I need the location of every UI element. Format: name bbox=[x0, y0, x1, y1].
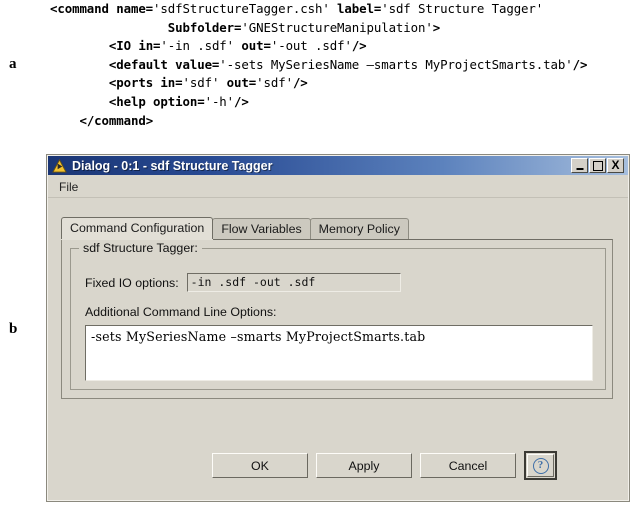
panel-label-a: a bbox=[9, 56, 17, 72]
menu-item-file[interactable]: File bbox=[54, 179, 83, 195]
additional-options-label: Additional Command Line Options: bbox=[85, 305, 277, 319]
code-token: 'sdf Structure Tagger' bbox=[381, 1, 544, 16]
dialog-button-bar: OK Apply Cancel ? bbox=[47, 449, 629, 489]
dialog-titlebar[interactable]: Dialog - 0:1 - sdf Structure Tagger X bbox=[48, 156, 628, 175]
code-token: <default value= bbox=[108, 56, 220, 72]
additional-options-textarea[interactable]: -sets MySeriesName –smarts MyProjectSmar… bbox=[85, 325, 593, 381]
xml-code-listing: <command name='sdfStructureTagger.csh' l… bbox=[50, 0, 587, 130]
question-mark-icon: ? bbox=[532, 457, 549, 474]
code-token: out= bbox=[226, 75, 257, 91]
maximize-button[interactable] bbox=[589, 158, 606, 173]
code-line: <IO in='-in .sdf' out='-out .sdf'/> bbox=[50, 37, 587, 56]
code-token: '-h' bbox=[204, 93, 235, 109]
code-token: label= bbox=[337, 1, 382, 16]
warning-triangle-icon bbox=[52, 158, 67, 173]
code-line: <command name='sdfStructureTagger.csh' l… bbox=[50, 0, 587, 19]
code-token: <command name= bbox=[50, 1, 154, 16]
groupbox-sdf-structure-tagger: sdf Structure Tagger: Fixed IO options: … bbox=[70, 241, 606, 390]
dialog-menubar: File bbox=[48, 176, 628, 198]
tab-command-configuration[interactable]: Command Configuration bbox=[61, 217, 214, 239]
tab-flow-variables[interactable]: Flow Variables bbox=[212, 218, 311, 239]
help-button-inner: ? bbox=[527, 454, 554, 477]
code-token: /> bbox=[351, 38, 367, 54]
fixed-io-row: Fixed IO options: -in .sdf -out .sdf bbox=[85, 273, 401, 292]
code-token: Subfolder= bbox=[167, 19, 242, 35]
code-token: 'GNEStructureManipulation' bbox=[241, 19, 433, 35]
code-token: </command> bbox=[79, 112, 154, 128]
code-token: '-sets MySeriesName –smarts MyProjectSma… bbox=[219, 56, 573, 72]
minimize-button[interactable] bbox=[571, 158, 588, 173]
code-token: <help option= bbox=[108, 93, 205, 109]
code-line: Subfolder='GNEStructureManipulation'> bbox=[50, 19, 587, 38]
code-token: '-out .sdf' bbox=[270, 38, 352, 54]
code-token: /> bbox=[292, 75, 308, 91]
xml-code-panel: a <command name='sdfStructureTagger.csh'… bbox=[0, 0, 638, 140]
tabstrip: Command Configuration Flow Variables Mem… bbox=[61, 217, 619, 239]
close-icon: X bbox=[611, 158, 620, 172]
dialog-title: Dialog - 0:1 - sdf Structure Tagger bbox=[72, 158, 273, 173]
code-token: '-in .sdf' bbox=[160, 38, 242, 54]
code-token: 'sdfStructureTagger.csh' bbox=[153, 1, 338, 16]
help-button[interactable]: ? bbox=[524, 451, 557, 480]
code-line: </command> bbox=[50, 112, 587, 131]
fixed-io-label: Fixed IO options: bbox=[85, 275, 179, 290]
tab-content-panel: sdf Structure Tagger: Fixed IO options: … bbox=[61, 239, 613, 399]
code-token: <ports in= bbox=[108, 75, 183, 91]
code-token: out= bbox=[241, 38, 271, 54]
code-token: /> bbox=[234, 93, 249, 109]
dialog-window: Dialog - 0:1 - sdf Structure Tagger X Fi… bbox=[46, 154, 630, 502]
window-controls: X bbox=[571, 158, 624, 173]
code-token: /> bbox=[572, 56, 588, 72]
code-line: <default value='-sets MySeriesName –smar… bbox=[50, 56, 588, 75]
code-token: 'sdf' bbox=[256, 75, 293, 91]
tab-memory-policy[interactable]: Memory Policy bbox=[309, 218, 409, 239]
fixed-io-input[interactable]: -in .sdf -out .sdf bbox=[186, 273, 401, 292]
apply-button[interactable]: Apply bbox=[316, 453, 412, 478]
cancel-button[interactable]: Cancel bbox=[420, 453, 516, 478]
help-glyph: ? bbox=[537, 459, 544, 471]
close-button[interactable]: X bbox=[607, 158, 624, 173]
ok-button[interactable]: OK bbox=[212, 453, 308, 478]
code-token: 'sdf' bbox=[182, 75, 227, 91]
code-line: <ports in='sdf' out='sdf'/> bbox=[50, 74, 587, 93]
code-token: > bbox=[432, 19, 441, 35]
code-line: <help option='-h'/> bbox=[50, 93, 587, 112]
panel-label-b: b bbox=[9, 321, 18, 337]
code-token: <IO in= bbox=[108, 38, 161, 54]
groupbox-legend: sdf Structure Tagger: bbox=[79, 241, 202, 255]
